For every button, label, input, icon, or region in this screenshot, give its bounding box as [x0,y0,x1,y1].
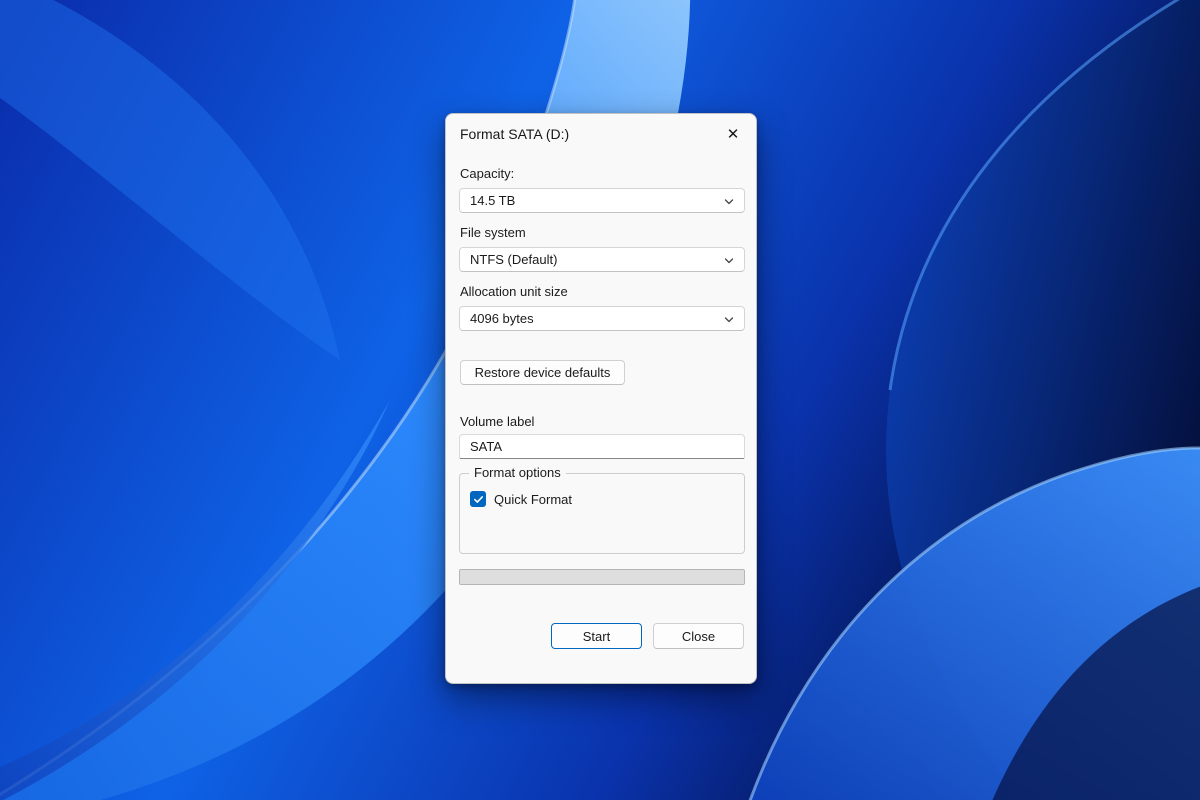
quick-format-label[interactable]: Quick Format [494,492,572,507]
allocation-unit-label: Allocation unit size [460,284,568,299]
desktop: { "icons": { "close": "✕" }, "accent_col… [0,0,1200,800]
allocation-unit-value: 4096 bytes [470,311,534,326]
chevron-down-icon [723,314,735,326]
format-progress-bar [459,569,745,585]
chevron-down-icon [723,255,735,267]
check-icon [473,494,484,505]
format-options-group: Format options Quick Format [459,473,745,554]
chevron-down-icon [723,196,735,208]
file-system-select[interactable]: NTFS (Default) [459,247,745,272]
quick-format-checkbox[interactable] [470,491,486,507]
file-system-value: NTFS (Default) [470,252,557,267]
allocation-unit-select[interactable]: 4096 bytes [459,306,745,331]
quick-format-row[interactable]: Quick Format [470,491,572,507]
volume-label: Volume label [460,414,534,429]
restore-defaults-button[interactable]: Restore device defaults [460,360,625,385]
close-dialog-button[interactable]: Close [653,623,744,649]
file-system-label: File system [460,225,526,240]
capacity-value: 14.5 TB [470,193,515,208]
close-button[interactable]: ✕ [718,121,748,148]
capacity-label: Capacity: [460,166,514,181]
close-icon: ✕ [727,127,740,142]
format-dialog: Format SATA (D:) ✕ Capacity: 14.5 TB Fil… [445,113,757,684]
volume-input[interactable] [459,434,745,459]
dialog-title: Format SATA (D:) [460,126,569,142]
format-options-legend: Format options [469,465,566,480]
capacity-select[interactable]: 14.5 TB [459,188,745,213]
start-button[interactable]: Start [551,623,642,649]
